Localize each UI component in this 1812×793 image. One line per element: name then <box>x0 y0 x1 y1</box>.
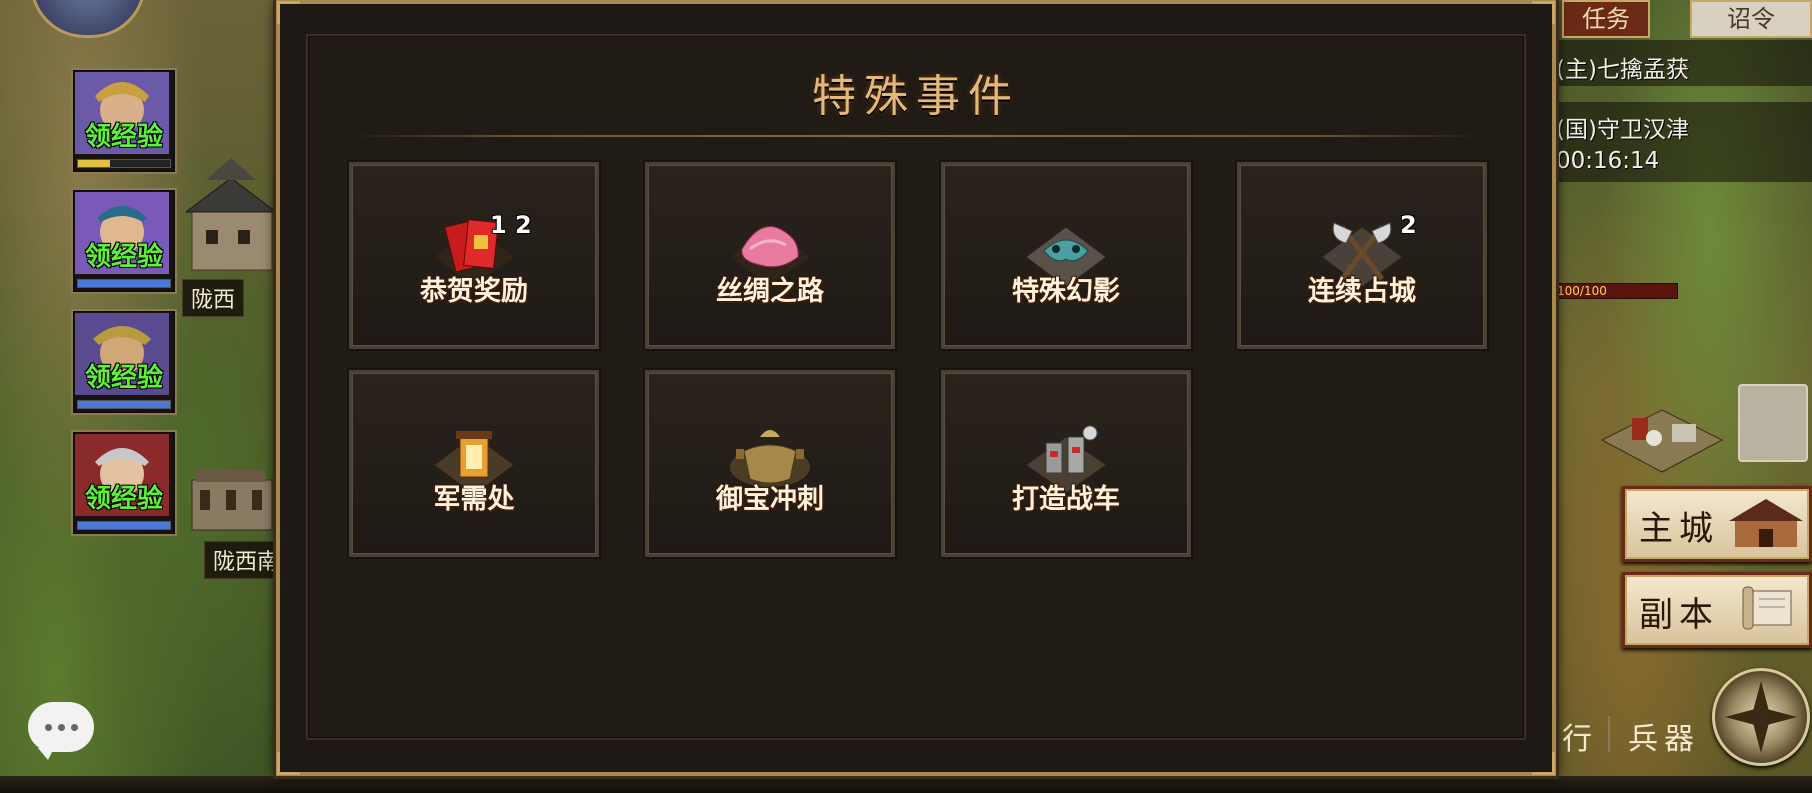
modal-title: 特殊事件 <box>812 71 1020 122</box>
hero-exp-label[interactable]: 领经验 <box>73 116 175 153</box>
event-card-consecutive-capture[interactable]: 2 连续占城 <box>1237 162 1487 349</box>
event-card-treasure-sprint[interactable]: 御宝冲刺 <box>645 370 895 557</box>
hero-exp-bar <box>77 521 171 530</box>
event-card-special-phantom[interactable]: 特殊幻影 <box>941 162 1191 349</box>
title-divider <box>348 135 1484 137</box>
hp-text: 100/100 <box>1557 284 1607 298</box>
hero-card[interactable]: 领经验 <box>71 68 177 174</box>
frame-corner <box>277 1 300 24</box>
tab-quests[interactable]: 任务 <box>1562 0 1650 38</box>
hero-exp-label[interactable]: 领经验 <box>73 236 175 273</box>
gate-tower-icon <box>1729 499 1803 547</box>
event-label: 丝绸之路 <box>716 276 824 307</box>
city-label[interactable]: 陇西 <box>182 279 245 317</box>
event-card-quartermaster[interactable]: 军需处 <box>349 370 599 557</box>
main-city-button[interactable]: 主城 <box>1622 486 1812 562</box>
hp-bar: 100/100 <box>1556 283 1678 299</box>
tab-decrees[interactable]: 诏令 <box>1690 0 1812 38</box>
event-badge: 1 2 <box>490 211 532 239</box>
hero-exp-bar <box>77 279 171 288</box>
frame-corner <box>1532 1 1555 24</box>
compass-icon[interactable] <box>1712 668 1810 766</box>
city-building-icon[interactable] <box>186 440 276 540</box>
quest-main[interactable]: (主)七擒孟获 <box>1556 50 1689 84</box>
city-building-icon[interactable] <box>186 150 276 280</box>
main-city-label: 主城 <box>1639 509 1719 549</box>
hero-card[interactable]: 领经验 <box>71 188 177 294</box>
hero-exp-bar <box>77 400 171 409</box>
weapons-button[interactable]: 兵器 <box>1628 714 1700 758</box>
event-label: 恭贺奖励 <box>420 276 528 307</box>
event-card-build-chariot[interactable]: 打造战车 <box>941 370 1191 557</box>
event-card-silk-road[interactable]: 丝绸之路 <box>645 162 895 349</box>
bottom-strip <box>0 776 1812 793</box>
quest-nation[interactable]: (国)守卫汉津 <box>1556 110 1689 144</box>
main-city-building-icon[interactable] <box>1592 380 1732 480</box>
dungeon-label: 副本 <box>1639 595 1719 635</box>
hero-exp-label[interactable]: 领经验 <box>73 478 175 515</box>
partial-tab-label[interactable]: 行 <box>1562 714 1592 758</box>
divider <box>1608 716 1610 752</box>
scroll-icon <box>1742 586 1792 630</box>
event-label: 打造战车 <box>1012 484 1120 515</box>
special-events-modal: 特殊事件 1 2 恭贺奖励 丝绸之路 特殊幻影 2 连续占城 军需处 御宝冲刺 … <box>276 0 1556 776</box>
hero-card[interactable]: 领经验 <box>71 309 177 415</box>
dungeon-button[interactable]: 副本 <box>1622 572 1812 648</box>
hero-exp-label[interactable]: 领经验 <box>73 357 175 394</box>
event-badge: 2 <box>1400 211 1417 239</box>
frame-corner <box>1532 752 1555 775</box>
event-label: 军需处 <box>433 484 515 515</box>
frame-corner <box>277 752 300 775</box>
mini-map-icon[interactable] <box>1738 384 1808 462</box>
event-label: 特殊幻影 <box>1012 276 1120 307</box>
hero-exp-bar <box>77 159 171 168</box>
hero-card[interactable]: 领经验 <box>71 430 177 536</box>
event-label: 连续占城 <box>1308 276 1416 307</box>
event-label: 御宝冲刺 <box>716 484 824 515</box>
event-card-congrats-reward[interactable]: 1 2 恭贺奖励 <box>349 162 599 349</box>
quest-timer: 00:16:14 <box>1556 148 1660 174</box>
chat-bubble-icon[interactable] <box>28 702 94 760</box>
